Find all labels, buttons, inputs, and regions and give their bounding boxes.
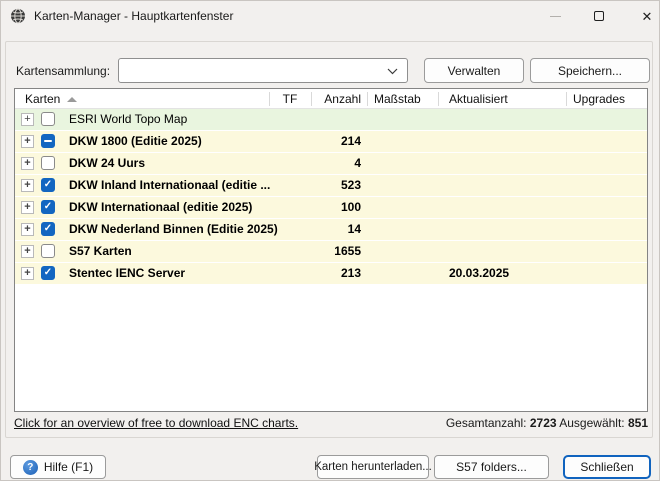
row-checkbox[interactable] [41, 112, 55, 126]
row-checkbox[interactable] [41, 222, 55, 236]
save-button[interactable]: Speichern... [530, 58, 650, 83]
chevron-down-icon [387, 68, 398, 75]
minimize-button[interactable] [538, 0, 572, 32]
table-body: ESRI World Topo Map DKW 1800 (Editie 202… [15, 109, 647, 411]
expander-plus-icon[interactable] [21, 201, 34, 214]
window-title: Karten-Manager - Hauptkartenfenster [34, 9, 233, 23]
row-name: ESRI World Topo Map [69, 112, 187, 126]
titlebar: Karten-Manager - Hauptkartenfenster ✕ [0, 0, 660, 32]
total-label: Gesamtanzahl: [446, 416, 527, 430]
selected-value: 851 [628, 416, 648, 430]
column-header-karten[interactable]: Karten [25, 92, 60, 106]
row-name: DKW Internationaal (editie 2025) [69, 200, 252, 214]
row-count: 4 [295, 156, 361, 170]
charts-table: Karten TF Anzahl Maßstab Aktualisiert Up… [14, 88, 648, 412]
enc-overview-link[interactable]: Click for an overview of free to downloa… [14, 416, 298, 430]
download-charts-button[interactable]: Karten herunterladen... [317, 455, 429, 479]
expander-plus-icon[interactable] [21, 179, 34, 192]
help-button-label: Hilfe (F1) [44, 460, 93, 474]
maximize-icon [594, 11, 604, 21]
close-dialog-button[interactable]: Schließen [563, 455, 651, 479]
column-divider [438, 92, 439, 106]
table-row[interactable]: DKW 1800 (Editie 2025) 214 [15, 131, 647, 152]
expander-plus-icon[interactable] [21, 267, 34, 280]
row-checkbox[interactable] [41, 156, 55, 170]
column-header-anzahl[interactable]: Anzahl [297, 92, 361, 106]
collection-combobox[interactable] [118, 58, 408, 83]
row-count: 214 [295, 134, 361, 148]
globe-icon [10, 8, 26, 24]
question-mark-icon: ? [23, 460, 38, 475]
row-name: DKW 24 Uurs [69, 156, 145, 170]
column-divider [566, 92, 567, 106]
table-row[interactable]: DKW 24 Uurs 4 [15, 153, 647, 174]
column-header-upgrades[interactable]: Upgrades [573, 92, 625, 106]
row-checkbox[interactable] [41, 178, 55, 192]
s57-folders-button[interactable]: S57 folders... [434, 455, 549, 479]
row-name: Stentec IENC Server [69, 266, 185, 280]
table-row[interactable]: Stentec IENC Server 213 20.03.2025 [15, 263, 647, 284]
row-count: 1655 [295, 244, 361, 258]
row-checkbox[interactable] [41, 200, 55, 214]
expander-plus-icon[interactable] [21, 157, 34, 170]
row-updated: 20.03.2025 [449, 266, 509, 280]
minimize-icon [550, 16, 561, 17]
help-button[interactable]: ? Hilfe (F1) [10, 455, 106, 479]
row-count: 523 [295, 178, 361, 192]
column-divider [367, 92, 368, 106]
row-count: 100 [295, 200, 361, 214]
expander-plus-icon[interactable] [21, 245, 34, 258]
row-checkbox[interactable] [41, 134, 55, 148]
close-icon: ✕ [642, 10, 653, 23]
row-name: DKW 1800 (Editie 2025) [69, 134, 202, 148]
sort-asc-icon [67, 97, 77, 102]
row-checkbox[interactable] [41, 266, 55, 280]
row-count: 14 [295, 222, 361, 236]
expander-plus-icon[interactable] [21, 223, 34, 236]
column-header-massstab[interactable]: Maßstab [374, 92, 421, 106]
row-name: DKW Nederland Binnen (Editie 2025) [69, 222, 278, 236]
expander-plus-icon[interactable] [21, 113, 34, 126]
totals-status: Gesamtanzahl: 2723 Ausgewählt: 851 [446, 416, 648, 430]
row-count: 213 [295, 266, 361, 280]
row-checkbox[interactable] [41, 244, 55, 258]
row-name: DKW Inland Internationaal (editie ... [69, 178, 270, 192]
selected-label: Ausgewählt: [559, 416, 624, 430]
row-name: S57 Karten [69, 244, 132, 258]
column-header-aktualisiert[interactable]: Aktualisiert [449, 92, 508, 106]
collection-label: Kartensammlung: [16, 64, 110, 78]
table-row[interactable]: S57 Karten 1655 [15, 241, 647, 262]
maximize-button[interactable] [582, 0, 616, 32]
table-header: Karten TF Anzahl Maßstab Aktualisiert Up… [15, 89, 647, 109]
close-button[interactable]: ✕ [630, 0, 660, 32]
manage-button[interactable]: Verwalten [424, 58, 524, 83]
table-row[interactable]: DKW Nederland Binnen (Editie 2025) 14 [15, 219, 647, 240]
total-value: 2723 [530, 416, 557, 430]
column-divider [269, 92, 270, 106]
table-row[interactable]: DKW Internationaal (editie 2025) 100 [15, 197, 647, 218]
expander-plus-icon[interactable] [21, 135, 34, 148]
table-row[interactable]: ESRI World Topo Map [15, 109, 647, 130]
table-row[interactable]: DKW Inland Internationaal (editie ... 52… [15, 175, 647, 196]
column-divider [311, 92, 312, 106]
